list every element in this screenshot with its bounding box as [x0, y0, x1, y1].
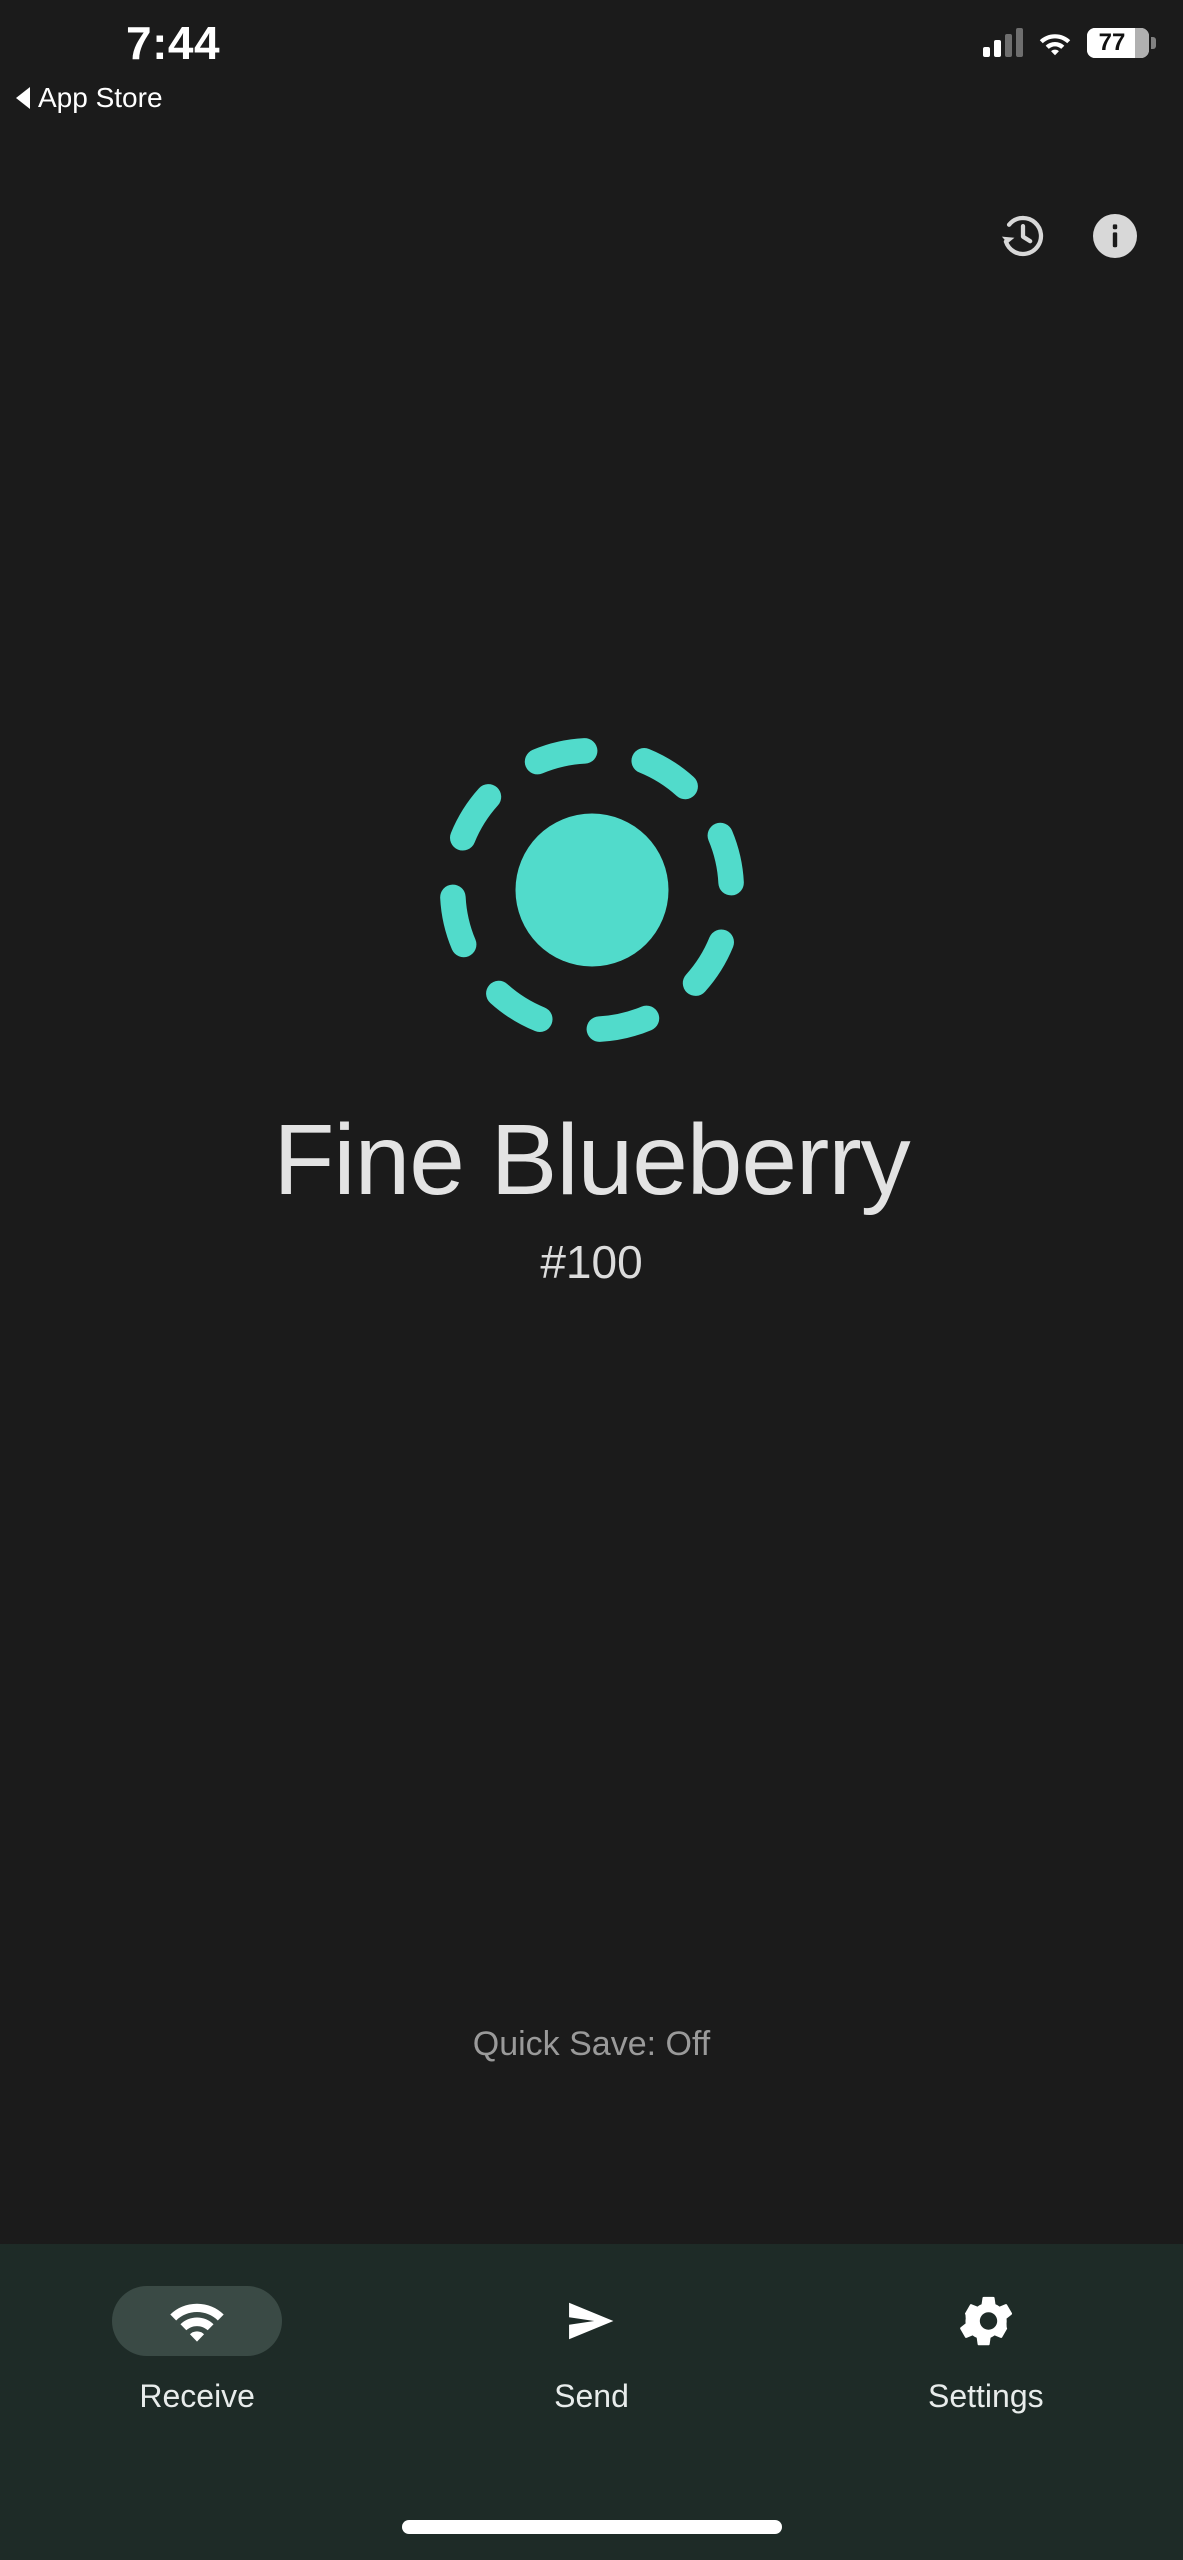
info-button[interactable] — [1087, 208, 1143, 264]
triangle-left-icon — [16, 87, 30, 109]
history-button[interactable] — [995, 208, 1051, 264]
status-bar-indicators: 77 — [983, 28, 1156, 58]
quick-save-status[interactable]: Quick Save: Off — [0, 2025, 1183, 2064]
wifi-icon — [1037, 29, 1073, 57]
tab-send-icon-container — [506, 2286, 676, 2356]
battery-icon: 77 — [1087, 28, 1156, 58]
back-to-app-store-button[interactable]: App Store — [16, 82, 163, 114]
cellular-signal-icon — [983, 28, 1023, 57]
device-id: #100 — [540, 1236, 643, 1288]
tab-bar: Receive Send Settings — [0, 2244, 1183, 2560]
tab-settings-icon-container — [901, 2286, 1071, 2356]
tab-receive-icon-container — [112, 2286, 283, 2356]
battery-percent: 77 — [1098, 29, 1126, 56]
history-clock-icon — [1001, 215, 1044, 257]
wifi-receive-icon — [170, 2303, 224, 2342]
tab-receive-label: Receive — [139, 2378, 255, 2414]
info-circle-icon — [1093, 214, 1137, 258]
tab-send[interactable]: Send — [394, 2286, 788, 2415]
status-bar-time: 7:44 — [126, 17, 221, 69]
tab-settings[interactable]: Settings — [789, 2286, 1183, 2415]
tab-settings-label: Settings — [928, 2378, 1044, 2414]
tab-send-label: Send — [554, 2378, 629, 2414]
device-name: Fine Blueberry — [273, 1104, 910, 1216]
status-bar: 7:44 App Store 77 — [0, 0, 1183, 130]
paper-plane-send-icon — [569, 2302, 614, 2340]
pairdrop-dashed-ring-logo — [422, 720, 762, 1060]
gear-settings-icon — [959, 2296, 1012, 2346]
back-label: App Store — [38, 82, 163, 113]
home-indicator[interactable] — [401, 2520, 782, 2534]
top-action-bar — [995, 208, 1143, 264]
app-screen: 7:44 App Store 77 Fine Blueberry #100 Qu… — [0, 0, 1183, 2560]
device-identity-section: Fine Blueberry #100 — [0, 720, 1183, 1289]
tab-receive[interactable]: Receive — [0, 2286, 394, 2415]
